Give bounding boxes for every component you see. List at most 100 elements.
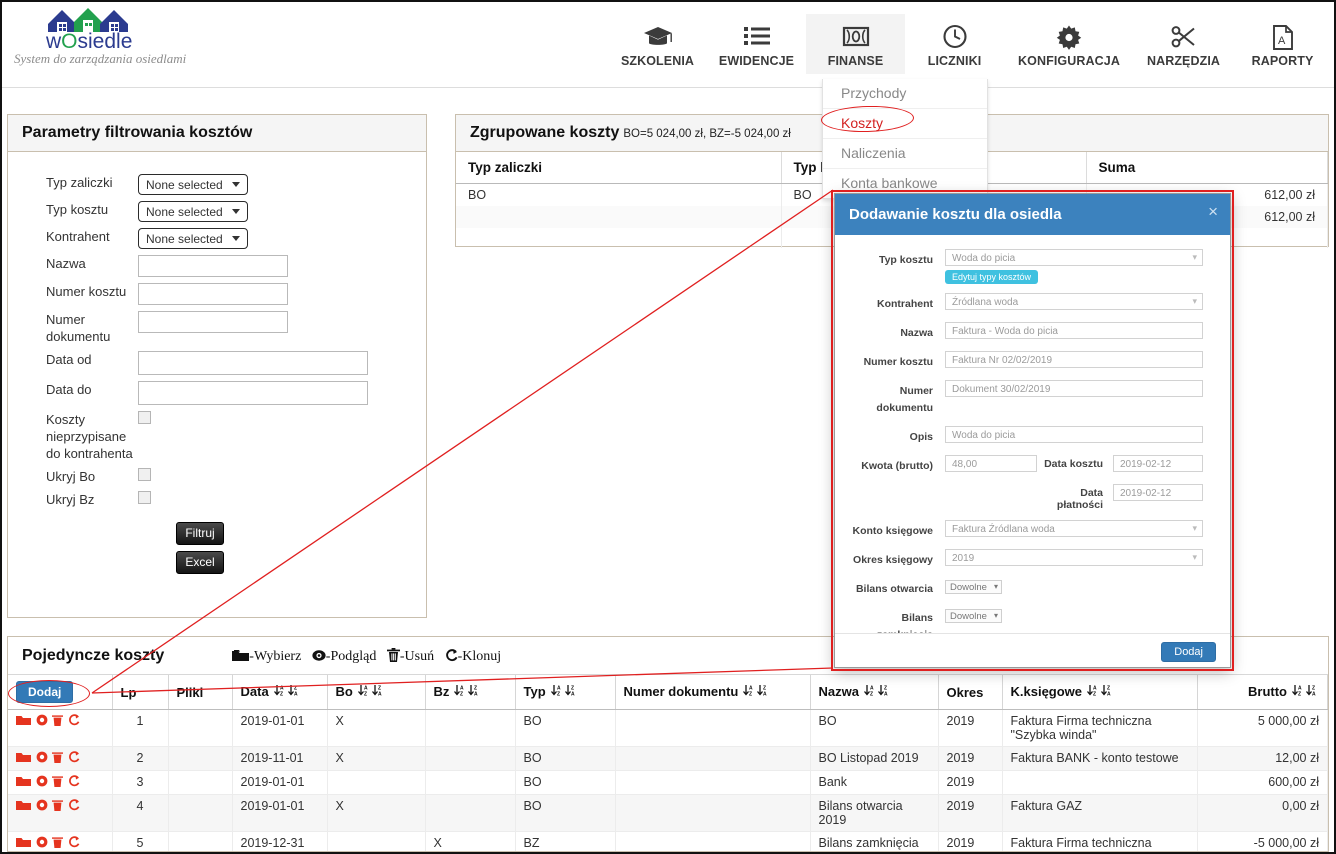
dropdown-item-przychody[interactable]: Przychody — [823, 79, 987, 109]
scissors-icon — [1136, 20, 1231, 54]
input-numer-dokumentu[interactable] — [138, 311, 288, 333]
eye-icon[interactable] — [36, 836, 48, 848]
modal-input-kwota[interactable]: 48,00 — [945, 455, 1037, 472]
modal-label-typ-kosztu: Typ kosztu — [878, 254, 933, 266]
modal-select-typ-kosztu[interactable]: Woda do picia — [945, 249, 1203, 266]
trash-icon[interactable] — [52, 714, 64, 726]
single-table-body: 1 2019-01-01 X BO BO 2019 Faktura Firma … — [8, 709, 1328, 851]
modal-input-data-platnosci[interactable]: 2019-02-12 — [1113, 484, 1203, 501]
table-row[interactable]: 3 2019-01-01 BO Bank 2019 600,00 zł — [8, 770, 1328, 795]
label-typ-kosztu: Typ kosztu — [46, 202, 109, 217]
modal-input-numer-dokumentu[interactable]: Dokument 30/02/2019 — [945, 380, 1203, 397]
svg-text:A: A — [294, 692, 298, 698]
select-typ-kosztu[interactable]: None selected — [138, 201, 248, 222]
trash-icon[interactable] — [52, 799, 64, 811]
modal-input-nazwa[interactable]: Faktura - Woda do picia — [945, 322, 1203, 339]
dodaj-button[interactable]: Dodaj — [16, 681, 74, 703]
folder-icon[interactable] — [16, 751, 31, 763]
checkbox-ukryj-bz[interactable] — [138, 491, 151, 504]
sort-icons[interactable]: AZZA — [1086, 684, 1114, 700]
table-row[interactable]: 5 2019-12-31 X BZ Bilans zamknięcia 2019… — [8, 831, 1328, 851]
sort-icons[interactable]: AZZA — [273, 684, 301, 700]
edit-cost-types-button[interactable]: Edytuj typy kosztów — [945, 270, 1039, 284]
checkbox-koszty-nieprzypisane[interactable] — [138, 411, 151, 424]
label-numer-kosztu: Numer kosztu — [46, 284, 127, 299]
select-kontrahent[interactable]: None selected — [138, 228, 248, 249]
eye-icon[interactable] — [36, 751, 48, 763]
legend-klonuj: -Klonuj — [445, 649, 501, 664]
table-row[interactable]: 2 2019-11-01 X BO BO Listopad 2019 2019 … — [8, 746, 1328, 771]
label-ukryj-bo: Ukryj Bo — [46, 469, 96, 484]
modal-select-bilans-zamkniecia[interactable]: Dowolne — [945, 609, 1002, 623]
svg-text:A: A — [378, 692, 382, 698]
cell-empty — [456, 228, 782, 248]
dropdown-item-naliczenia[interactable]: Naliczenia — [823, 139, 987, 169]
modal-select-okres-ksiegowy[interactable]: 2019 — [945, 549, 1203, 566]
sort-icons[interactable]: AZZA — [453, 684, 481, 700]
nav-item-konfiguracja[interactable]: KONFIGURACJA — [1004, 14, 1134, 74]
clone-icon[interactable] — [68, 751, 80, 763]
input-data-od[interactable] — [138, 351, 368, 375]
table-row[interactable]: 1 2019-01-01 X BO BO 2019 Faktura Firma … — [8, 709, 1328, 747]
dropdown-item-koszty[interactable]: Koszty — [823, 109, 987, 139]
folder-icon[interactable] — [16, 775, 31, 787]
sort-icons[interactable]: AZZA — [742, 684, 770, 700]
sort-icons[interactable]: AZZA — [357, 684, 385, 700]
brand-tagline: System do zarządzania osiedlami — [14, 51, 187, 66]
close-icon[interactable]: × — [1208, 202, 1218, 222]
table-row[interactable]: 4 2019-01-01 X BO Bilans otwarcia 2019 2… — [8, 794, 1328, 832]
trash-icon[interactable] — [52, 775, 64, 787]
col-label: Bz — [433, 684, 450, 699]
row-actions — [8, 746, 113, 771]
modal-input-opis[interactable]: Woda do picia — [945, 426, 1203, 443]
modal-select-konto-ksiegowe[interactable]: Faktura Źródlana woda — [945, 520, 1203, 537]
sort-icons[interactable]: AZZA — [550, 684, 578, 700]
modal-input-data-kosztu[interactable]: 2019-02-12 — [1113, 455, 1203, 472]
grouped-costs-subtitle: BO=5 024,00 zł, BZ=-5 024,00 zł — [623, 128, 791, 140]
modal-dodaj-button[interactable]: Dodaj — [1161, 642, 1216, 662]
checkbox-ukryj-bo[interactable] — [138, 468, 151, 481]
modal-input-numer-kosztu[interactable]: Faktura Nr 02/02/2019 — [945, 351, 1203, 368]
sort-icons[interactable]: AZZA — [1291, 684, 1319, 700]
col-label: Okres — [946, 684, 984, 700]
eye-icon[interactable] — [36, 714, 48, 726]
input-data-do[interactable] — [138, 381, 368, 405]
col-label: Brutto — [1248, 684, 1287, 699]
modal-select-kontrahent[interactable]: Źródlana woda — [945, 293, 1203, 310]
excel-button[interactable]: Excel — [176, 551, 224, 574]
input-nazwa[interactable] — [138, 255, 288, 277]
col-label: Pliki — [176, 684, 204, 700]
folder-icon[interactable] — [16, 799, 31, 811]
filtruj-button[interactable]: Filtruj — [176, 522, 224, 545]
brand-block: wOsiedle System do zarządzania osiedlami — [8, 2, 238, 67]
nav-item-szkolenia[interactable]: SZKOLENIA — [608, 14, 707, 74]
folder-icon[interactable] — [16, 714, 31, 726]
nav-label: FINANSE — [827, 54, 884, 68]
clone-icon[interactable] — [68, 775, 80, 787]
input-numer-kosztu[interactable] — [138, 283, 288, 305]
filter-panel-body: Typ zaliczki None selected Typ kosztu No… — [8, 152, 426, 574]
eye-icon[interactable] — [36, 775, 48, 787]
nav-item-ewidencje[interactable]: EWIDENCJE — [707, 14, 806, 74]
clone-icon[interactable] — [68, 799, 80, 811]
clone-icon[interactable] — [68, 714, 80, 726]
col-kksiegowe: K.księgowe A Z Z A — [1002, 675, 1198, 710]
sort-icons[interactable]: AZZA — [863, 684, 891, 700]
label-kontrahent: Kontrahent — [46, 229, 110, 244]
folder-icon[interactable] — [16, 836, 31, 848]
nav-item-liczniki[interactable]: LICZNIKI — [905, 14, 1004, 74]
clone-icon[interactable] — [68, 836, 80, 848]
eye-icon[interactable] — [36, 799, 48, 811]
trash-icon[interactable] — [52, 836, 64, 848]
nav-item-finanse[interactable]: FINANSE — [806, 14, 905, 74]
select-typ-zaliczki[interactable]: None selected — [138, 174, 248, 195]
modal-select-bilans-otwarcia[interactable]: Dowolne — [945, 580, 1002, 594]
trash-icon[interactable] — [52, 751, 64, 763]
nav-item-narzedzia[interactable]: NARZĘDZIA — [1134, 14, 1233, 74]
cell-typ: BO — [515, 709, 616, 747]
svg-text:A: A — [884, 692, 888, 698]
row-actions — [8, 831, 113, 851]
nav-label: KONFIGURACJA — [1018, 54, 1120, 68]
nav-item-raporty[interactable]: A RAPORTY — [1233, 14, 1332, 74]
cell-kksiegowe: Faktura BANK - konto testowe — [1002, 746, 1198, 771]
